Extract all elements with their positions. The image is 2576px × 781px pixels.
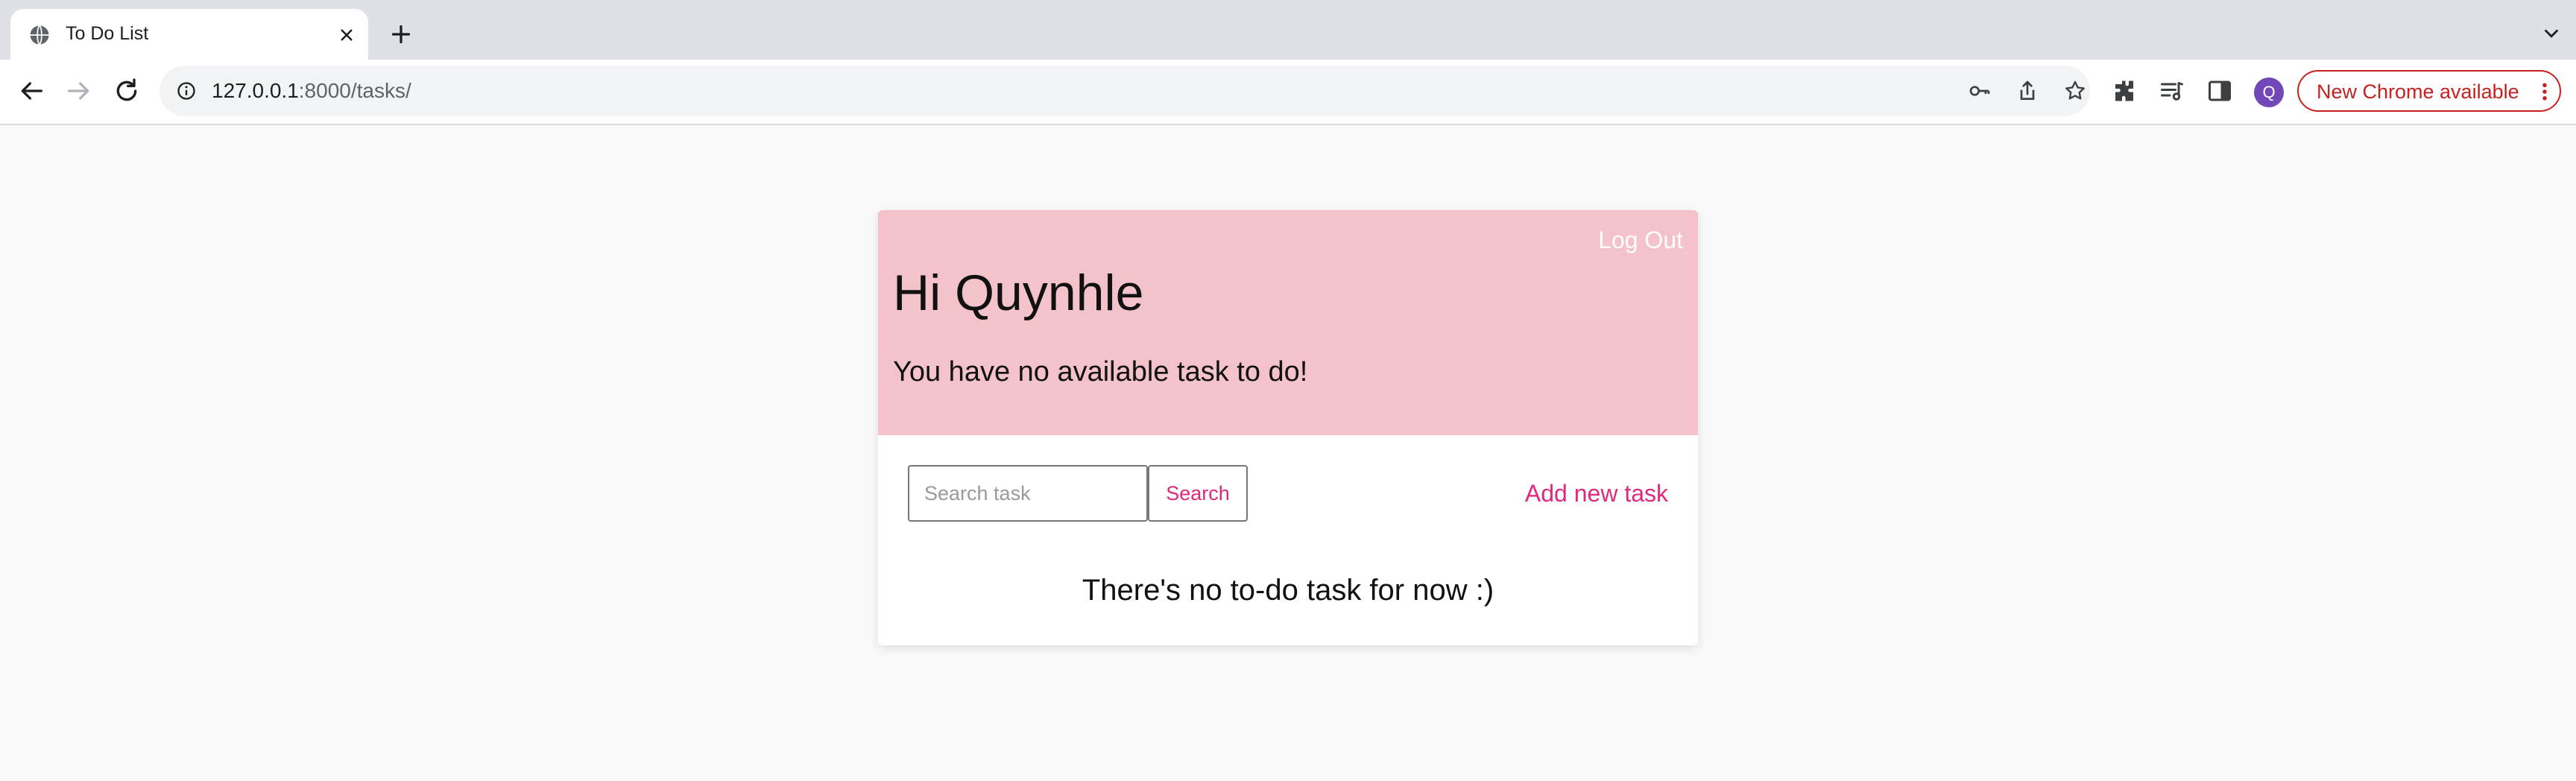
- task-summary: You have no available task to do!: [893, 356, 1308, 388]
- tab-title: To Do List: [66, 23, 149, 44]
- globe-icon: [28, 24, 51, 46]
- plus-icon[interactable]: [388, 21, 414, 48]
- logout-link[interactable]: Log Out: [1598, 227, 1683, 254]
- url-path: :8000/tasks/: [298, 79, 411, 102]
- extensions-icon[interactable]: [2111, 78, 2138, 104]
- key-icon[interactable]: [1968, 79, 1992, 103]
- url-text[interactable]: 127.0.0.1:8000/tasks/: [212, 79, 411, 103]
- close-icon[interactable]: [335, 24, 358, 46]
- info-icon[interactable]: [176, 80, 197, 101]
- chevron-down-icon[interactable]: [2540, 22, 2563, 45]
- reading-list-icon[interactable]: [2159, 78, 2185, 104]
- add-new-task-link[interactable]: Add new task: [1525, 480, 1668, 508]
- browser-tab[interactable]: To Do List: [10, 9, 368, 60]
- search-button[interactable]: Search: [1148, 465, 1248, 522]
- search-input[interactable]: [908, 465, 1148, 522]
- tab-strip: To Do List: [0, 0, 2576, 60]
- kebab-menu-icon[interactable]: [2540, 80, 2549, 103]
- card-header: Log Out Hi Quynhle You have no available…: [878, 210, 1698, 435]
- update-chrome-label: New Chrome available: [2317, 80, 2519, 103]
- todo-card: Log Out Hi Quynhle You have no available…: [878, 210, 1698, 645]
- forward-arrow-icon[interactable]: [64, 76, 94, 106]
- update-chrome-button[interactable]: New Chrome available: [2297, 70, 2561, 112]
- reload-icon[interactable]: [112, 76, 142, 106]
- greeting-heading: Hi Quynhle: [893, 265, 1144, 321]
- empty-state-message: There's no to-do task for now :): [1082, 574, 1494, 607]
- browser-toolbar: 127.0.0.1:8000/tasks/ Q New Chrome avail…: [0, 60, 2576, 125]
- address-bar[interactable]: 127.0.0.1:8000/tasks/: [160, 66, 2090, 116]
- profile-avatar[interactable]: Q: [2254, 78, 2284, 107]
- back-arrow-icon[interactable]: [16, 76, 46, 106]
- star-icon[interactable]: [2063, 79, 2087, 103]
- side-panel-icon[interactable]: [2206, 78, 2233, 104]
- share-icon[interactable]: [2015, 79, 2039, 103]
- url-host: 127.0.0.1: [212, 79, 299, 102]
